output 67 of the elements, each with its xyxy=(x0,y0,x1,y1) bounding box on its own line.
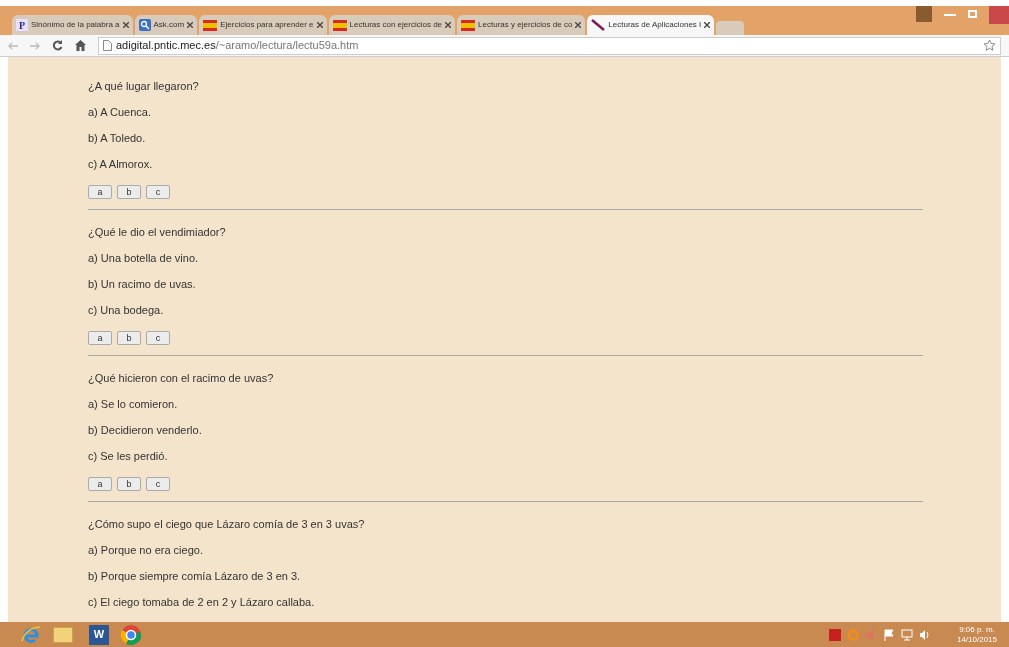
answer-button[interactable]: c xyxy=(146,331,170,345)
answer-option: c) El ciego tomaba de 2 en 2 y Lázaro callaba. xyxy=(88,594,923,620)
browser-tab[interactable]: Lecturas y ejercicios de co xyxy=(457,15,586,35)
answer-button[interactable]: b xyxy=(117,331,141,345)
close-icon[interactable] xyxy=(316,22,323,28)
flag-tray-icon[interactable] xyxy=(882,628,895,641)
tab-title: Lecturas con ejercicios de xyxy=(349,19,443,31)
answer-button[interactable]: a xyxy=(88,185,112,199)
page-icon xyxy=(103,40,112,51)
answer-option: c) Se les perdió. xyxy=(88,448,923,474)
browser-tab[interactable]: P Sinónimo de la palabra a xyxy=(12,15,133,35)
answer-button[interactable]: b xyxy=(117,477,141,491)
flag-icon xyxy=(332,19,347,31)
answer-option: a) Una botella de vino. xyxy=(88,250,923,276)
question-text: ¿A qué lugar llegaron? xyxy=(88,79,200,94)
home-icon[interactable] xyxy=(75,40,86,51)
answer-option: a) A Cuenca. xyxy=(88,104,923,130)
pen-icon xyxy=(591,19,606,31)
answer-button[interactable]: c xyxy=(146,477,170,491)
close-icon[interactable] xyxy=(187,22,194,28)
answer-option: a) Porque no era ciego. xyxy=(88,542,923,568)
volume-icon[interactable] xyxy=(918,628,931,641)
search-icon xyxy=(138,19,151,31)
network-icon[interactable] xyxy=(900,628,913,641)
answer-button[interactable]: c xyxy=(146,185,170,199)
answer-button[interactable]: a xyxy=(88,331,112,345)
answer-option: c) Una bodega. xyxy=(88,302,923,328)
address-field[interactable]: adigital.pntic.mec.es/~aramo/lectura/lectu59a.htm xyxy=(98,36,1001,55)
flag-icon xyxy=(461,19,476,31)
restore-icon[interactable] xyxy=(968,10,977,18)
browser-e-icon[interactable] xyxy=(20,623,42,646)
browser-tab[interactable]: Lecturas de Aplicaciones I xyxy=(587,15,715,35)
tab-title: Lecturas y ejercicios de co xyxy=(478,19,573,31)
ring-tray-icon[interactable] xyxy=(846,628,859,641)
url-text: adigital.pntic.mec.es/~aramo/lectura/lectu59a.htm xyxy=(116,38,359,54)
logo-letter: P xyxy=(16,19,28,31)
close-icon[interactable] xyxy=(704,22,711,28)
close-icon[interactable] xyxy=(122,22,129,28)
tab-title: Sinónimo de la palabra a xyxy=(31,19,120,31)
answer-option: b) A Toledo. xyxy=(88,130,923,156)
close-icon[interactable] xyxy=(445,22,452,28)
close-icon[interactable] xyxy=(575,22,582,28)
answer-option: a) Se lo comieron. xyxy=(88,396,923,422)
back-icon[interactable] xyxy=(8,41,18,50)
answer-button[interactable]: b xyxy=(117,185,141,199)
answer-option: b) Un racimo de uvas. xyxy=(88,276,923,302)
browser-tab[interactable]: Ejercicios para aprender e xyxy=(199,15,327,35)
answer-button[interactable]: a xyxy=(88,477,112,491)
answer-option: b) Decidieron venderlo. xyxy=(88,422,923,448)
tab-title: Ask.com xyxy=(153,19,185,31)
clock-date: 14/10/2015 xyxy=(956,634,997,645)
tab-title: Lecturas de Aplicaciones I xyxy=(608,19,702,31)
tab-title: Ejercicios para aprender e xyxy=(220,19,314,31)
browser-tab[interactable]: Ask.com xyxy=(134,15,198,35)
question-text: ¿Qué le dio el vendimiador? xyxy=(88,225,227,240)
answer-option: b) Porque siempre comía Lázaro de 3 en 3. xyxy=(88,568,923,594)
question-text: ¿Cómo supo el ciego que Lázaro comía de 3 en 3 uvas? xyxy=(88,517,366,532)
clock-time: 9:06 p. m. xyxy=(959,624,995,635)
reload-icon[interactable] xyxy=(52,40,63,51)
new-tab-button[interactable] xyxy=(716,21,745,35)
forward-icon[interactable] xyxy=(30,41,40,50)
bookmark-star-icon[interactable] xyxy=(983,39,996,52)
answer-option: c) A Almorox. xyxy=(88,156,923,182)
question-text: ¿Qué hicieron con el racimo de uvas? xyxy=(88,371,275,386)
browser-tab[interactable]: Lecturas con ejercicios de xyxy=(328,15,456,35)
circle-logo-icon[interactable] xyxy=(120,623,142,646)
flag-icon xyxy=(203,19,218,31)
